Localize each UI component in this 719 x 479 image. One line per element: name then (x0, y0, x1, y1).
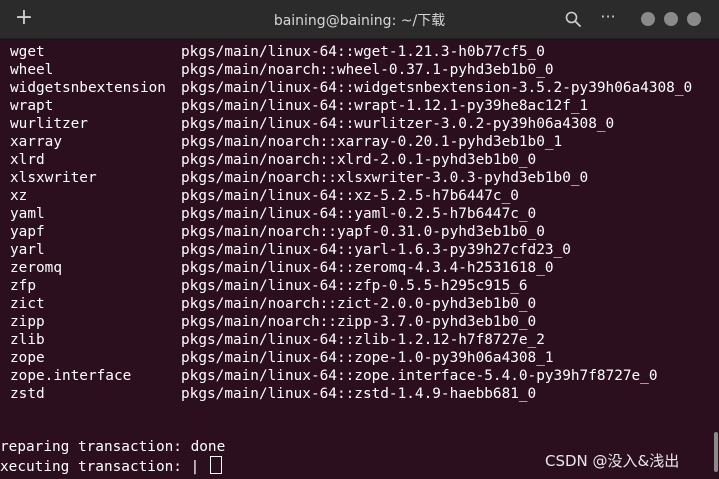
package-channel: pkgs/main/noarch::yapf-0.31.0-pyhd3eb1b0… (181, 224, 545, 240)
package-channel: pkgs/main/linux-64::wget-1.21.3-h0b77cf5… (181, 44, 545, 60)
maximize-icon[interactable] (664, 12, 678, 26)
preparing-line: reparing transaction: done (0, 439, 226, 455)
package-name: yarl (10, 242, 45, 258)
scrollbar[interactable] (714, 432, 718, 472)
package-channel: pkgs/main/linux-64::wurlitzer-3.0.2-py39… (181, 116, 615, 132)
package-channel: pkgs/main/linux-64::zstd-1.4.9-haebb681_… (181, 386, 537, 402)
executing-text: xecuting transaction: | (0, 459, 208, 475)
package-name: yapf (10, 224, 45, 240)
watermark: CSDN @没入&浅出 (545, 452, 680, 470)
package-name: zeromq (10, 260, 62, 276)
package-name: widgetsnbextension (10, 80, 166, 96)
package-channel: pkgs/main/linux-64::zope-1.0-py39h06a430… (181, 350, 554, 366)
package-name: zlib (10, 332, 45, 348)
package-channel: pkgs/main/noarch::xlrd-2.0.1-pyhd3eb1b0_… (181, 152, 537, 168)
package-name: zict (10, 296, 45, 312)
package-name: wheel (10, 62, 54, 78)
package-name: zipp (10, 314, 45, 330)
package-channel: pkgs/main/linux-64::zfp-0.5.5-h295c915_6 (181, 278, 528, 294)
package-name: xarray (10, 134, 62, 150)
package-name: xlsxwriter (10, 170, 97, 186)
package-channel: pkgs/main/linux-64::widgetsnbextension-3… (181, 80, 693, 96)
terminal-output[interactable]: wget pkgs/main/linux-64::wget-1.21.3-h0b7… (0, 39, 719, 479)
executing-line: xecuting transaction: | (0, 456, 222, 475)
title-bar: + baining@baining: ~/下载 ··· (0, 0, 719, 39)
package-channel: pkgs/main/noarch::xarray-0.20.1-pyhd3eb1… (181, 134, 563, 150)
package-channel: pkgs/main/noarch::xlsxwriter-3.0.3-pyhd3… (181, 170, 589, 186)
package-channel: pkgs/main/linux-64::zlib-1.2.12-h7f8727e… (181, 332, 545, 348)
package-channel: pkgs/main/linux-64::yaml-0.2.5-h7b6447c_… (181, 206, 537, 222)
package-name: yaml (10, 206, 45, 222)
package-name: zfp (10, 278, 36, 294)
package-channel: pkgs/main/noarch::zict-2.0.0-pyhd3eb1b0_… (181, 296, 537, 312)
package-name: wrapt (10, 98, 54, 114)
search-icon[interactable] (565, 11, 581, 27)
package-name: xz (10, 188, 28, 204)
package-channel: pkgs/main/noarch::zipp-3.7.0-pyhd3eb1b0_… (181, 314, 537, 330)
close-icon[interactable] (687, 12, 701, 26)
package-channel: pkgs/main/linux-64::xz-5.2.5-h7b6447c_0 (181, 188, 519, 204)
package-channel: pkgs/main/noarch::wheel-0.37.1-pyhd3eb1b… (181, 62, 554, 78)
package-channel: pkgs/main/linux-64::zeromq-4.3.4-h253161… (181, 260, 554, 276)
terminal-window: + baining@baining: ~/下载 ··· wget pkgs/mai… (0, 0, 719, 479)
package-name: zope (10, 350, 45, 366)
package-channel: pkgs/main/linux-64::zope.interface-5.4.0… (181, 368, 658, 384)
package-channel: pkgs/main/linux-64::wrapt-1.12.1-py39he8… (181, 98, 589, 114)
terminal-cursor (209, 456, 222, 474)
package-name: xlrd (10, 152, 45, 168)
menu-icon[interactable]: ··· (599, 8, 617, 26)
minimize-icon[interactable] (641, 12, 655, 26)
package-name: zope.interface (10, 368, 132, 384)
package-name: wurlitzer (10, 116, 88, 132)
package-name: wget (10, 44, 45, 60)
package-name: zstd (10, 386, 45, 402)
package-channel: pkgs/main/linux-64::yarl-1.6.3-py39h27cf… (181, 242, 571, 258)
